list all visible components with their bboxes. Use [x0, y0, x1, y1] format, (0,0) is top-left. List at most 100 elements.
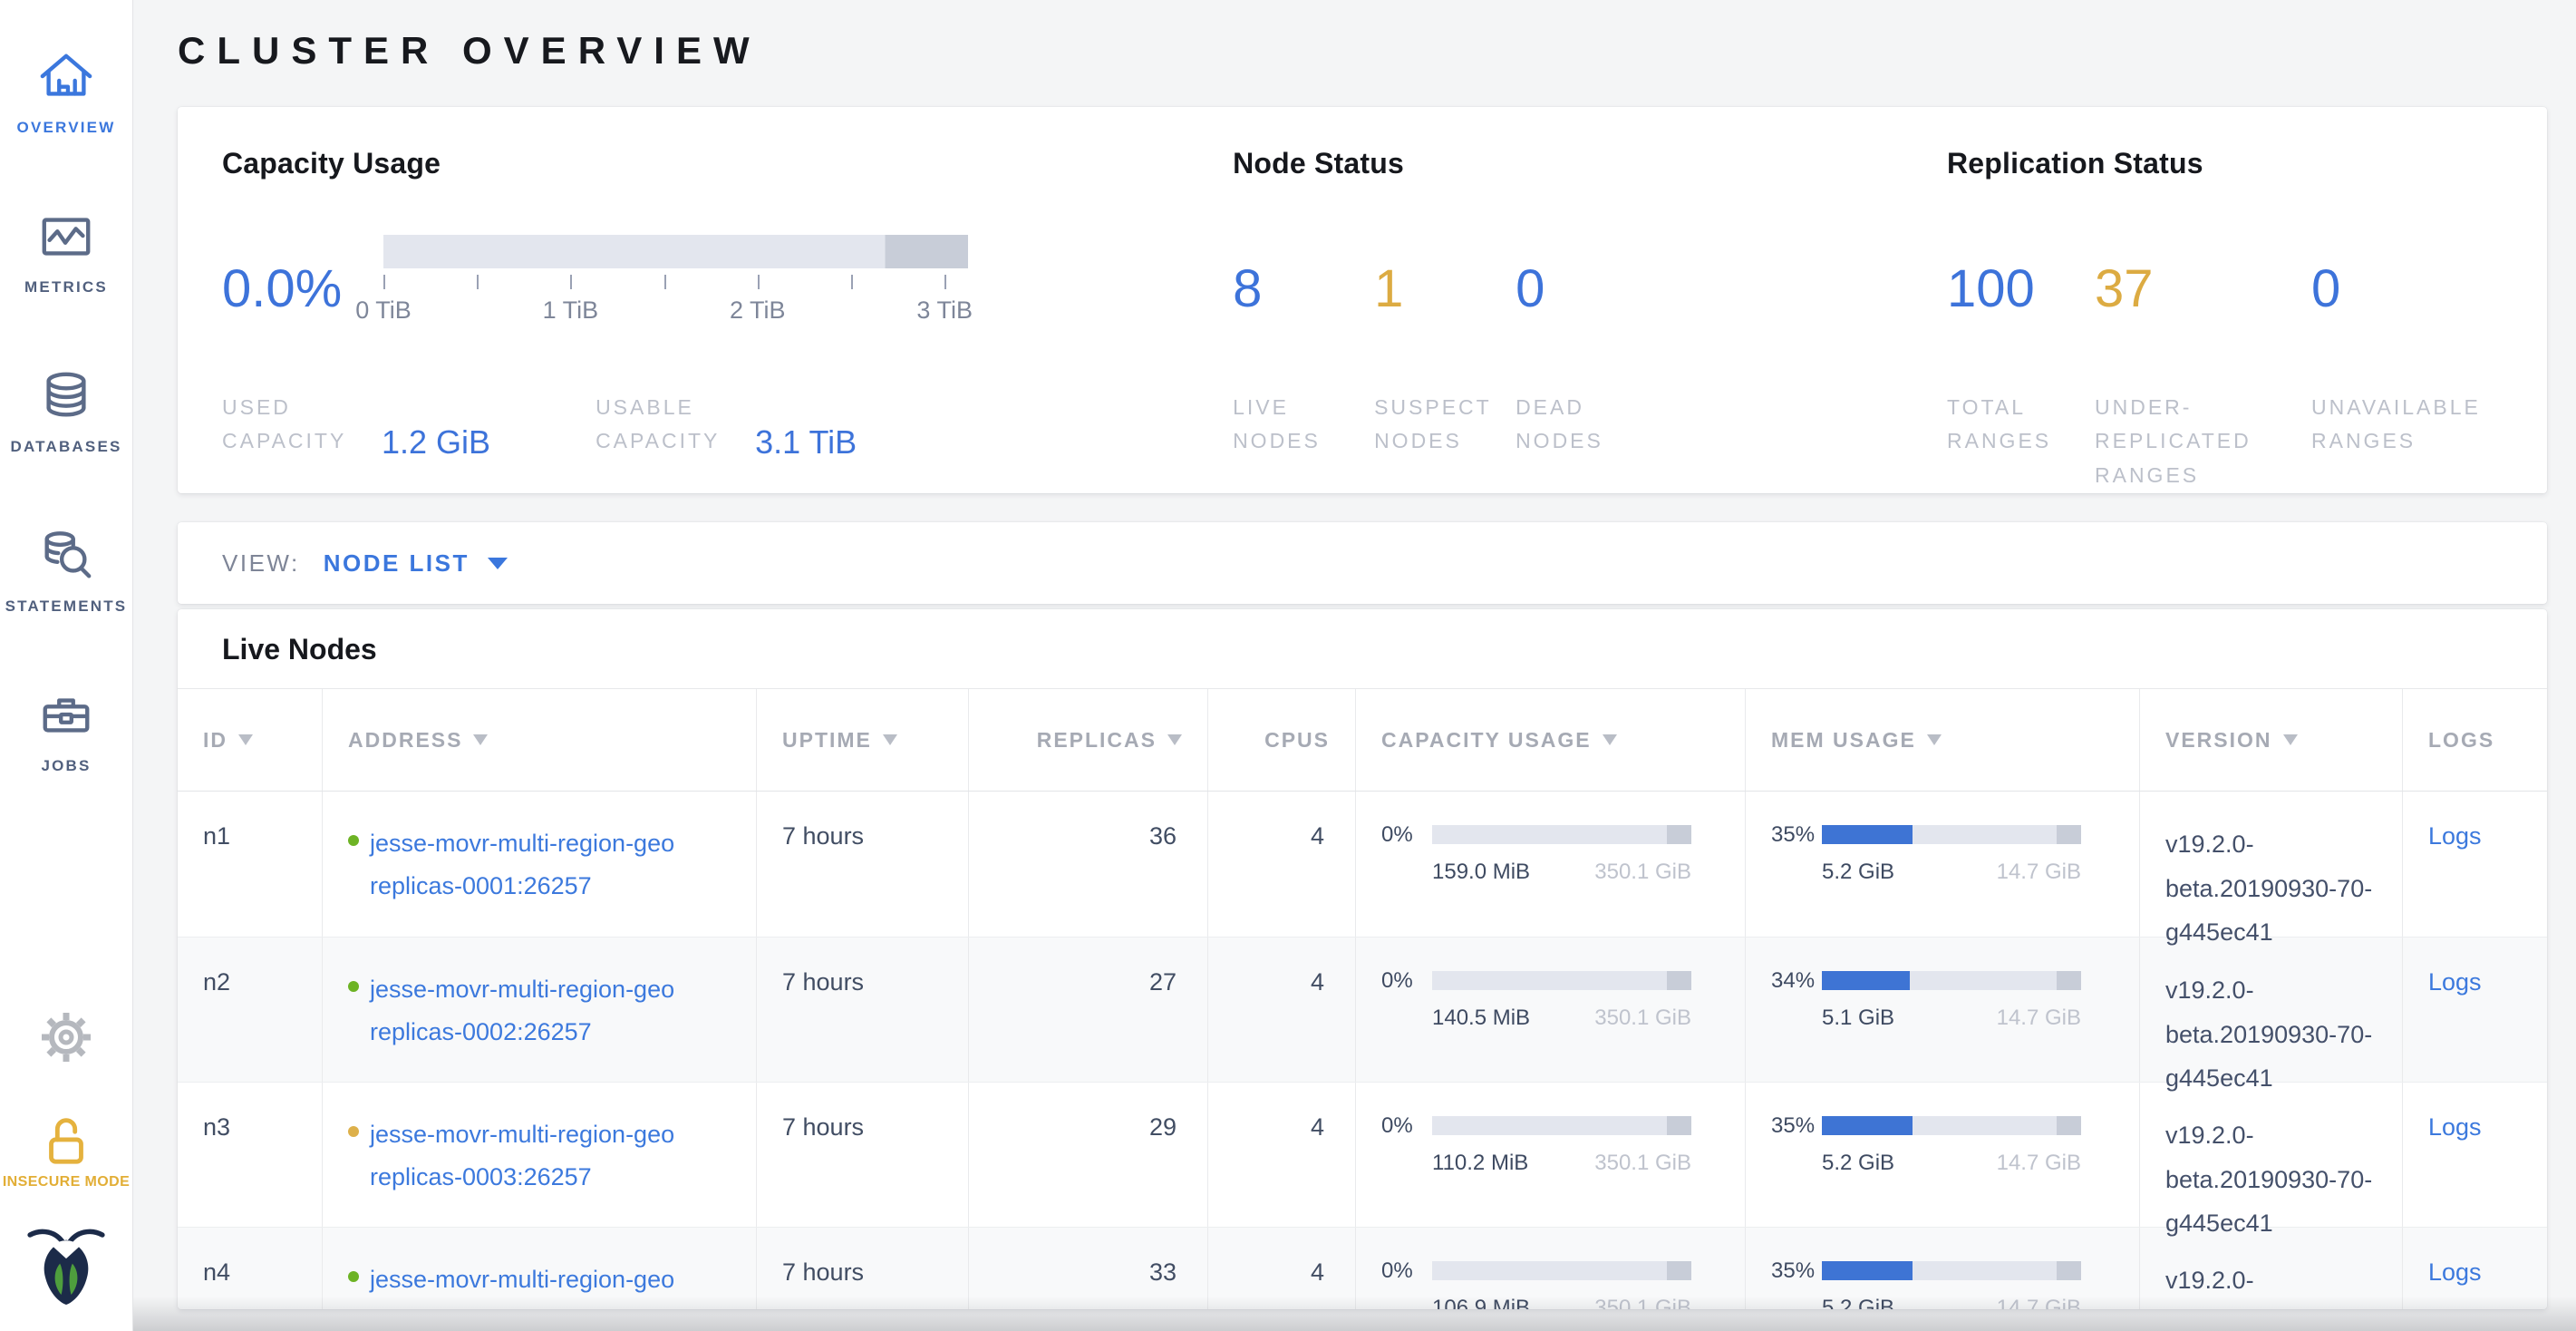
unlock-icon — [38, 1111, 94, 1167]
sidebar-item-overview[interactable]: OVERVIEW — [0, 13, 132, 172]
view-dropdown-value: NODE LIST — [324, 549, 470, 578]
used-capacity-stat: USED CAPACITY 1.2 GiB — [222, 391, 490, 459]
node-mem-usage: 35% 5.2 GiB14.7 GiB — [1745, 1228, 2139, 1309]
live-nodes-count: 8 — [1233, 258, 1374, 319]
capacity-usage-title: Capacity Usage — [222, 147, 1233, 180]
table-header-row: ID ADDRESS UPTIME REPLICAS CPUS CAPACITY… — [178, 688, 2547, 792]
column-header-mem-usage[interactable]: MEM USAGE — [1745, 689, 2139, 791]
node-uptime: 7 hours — [756, 792, 968, 937]
mem-meter — [1822, 1261, 2081, 1280]
usable-capacity-stat: USABLE CAPACITY 3.1 TiB — [596, 391, 857, 459]
statements-icon — [38, 528, 94, 584]
node-uptime: 7 hours — [756, 938, 968, 1082]
logs-link[interactable]: Logs — [2428, 968, 2482, 996]
sidebar-item-jobs[interactable]: JOBS — [0, 651, 132, 811]
capacity-meter — [1432, 971, 1691, 990]
column-header-version[interactable]: VERSION — [2139, 689, 2402, 791]
node-cpus: 4 — [1207, 1228, 1355, 1309]
usable-capacity-label: USABLE CAPACITY — [596, 391, 739, 459]
sidebar-nav: OVERVIEW METRICS DATABASES — [0, 0, 132, 811]
node-replicas: 29 — [968, 1083, 1207, 1227]
mem-meter — [1822, 971, 2081, 990]
node-version: v19.2.0-beta.20190930-70-g445ec41 — [2139, 1083, 2402, 1227]
insecure-mode-indicator[interactable]: INSECURE MODE — [3, 1111, 130, 1190]
settings-button[interactable] — [37, 1008, 95, 1071]
table-row: n4 jesse-movr-multi-region-geo replicas-… — [178, 1227, 2547, 1309]
sort-arrow-icon — [238, 734, 253, 745]
column-header-address[interactable]: ADDRESS — [322, 689, 756, 791]
replication-status-title: Replication Status — [1947, 147, 2511, 180]
capacity-meter — [1432, 825, 1691, 844]
jobs-icon — [38, 687, 94, 743]
unavailable-ranges-count: 0 — [2311, 258, 2511, 319]
sidebar-item-label: JOBS — [41, 757, 91, 775]
metrics-icon — [38, 209, 94, 265]
sort-arrow-icon — [473, 734, 488, 745]
node-id: n3 — [178, 1083, 322, 1227]
node-health-dot — [348, 1271, 359, 1282]
view-dropdown[interactable]: NODE LIST — [324, 549, 508, 578]
capacity-axis-labels: 0 TiB 1 TiB 2 TiB 3 TiB — [383, 296, 968, 327]
node-capacity-usage: 0% 159.0 MiB350.1 GiB — [1355, 792, 1745, 937]
node-address-link[interactable]: jesse-movr-multi-region-geo replicas-000… — [370, 968, 674, 1054]
node-mem-usage: 35% 5.2 GiB14.7 GiB — [1745, 792, 2139, 937]
column-header-capacity-usage[interactable]: CAPACITY USAGE — [1355, 689, 1745, 791]
column-header-uptime[interactable]: UPTIME — [756, 689, 968, 791]
column-header-id[interactable]: ID — [178, 689, 322, 791]
table-row: n1 jesse-movr-multi-region-geo replicas-… — [178, 792, 2547, 937]
capacity-axis-ticks — [383, 275, 968, 291]
logs-link[interactable]: Logs — [2428, 1258, 2482, 1286]
sidebar-item-metrics[interactable]: METRICS — [0, 172, 132, 332]
insecure-mode-label: INSECURE MODE — [3, 1174, 130, 1190]
capacity-usage-section: Capacity Usage 0.0% 0 TiB — [222, 147, 1233, 493]
view-selector-bar: VIEW: NODE LIST — [178, 522, 2547, 604]
sort-arrow-icon — [1927, 734, 1942, 745]
node-cpus: 4 — [1207, 1083, 1355, 1227]
node-version: v19.2.0-beta.20190930-70-g445ec41 — [2139, 1228, 2402, 1309]
column-header-logs: LOGS — [2402, 689, 2547, 791]
suspect-nodes-label: SUSPECT NODES — [1374, 391, 1516, 459]
node-version: v19.2.0-beta.20190930-70-g445ec41 — [2139, 938, 2402, 1082]
cluster-summary-card: Capacity Usage 0.0% 0 TiB — [178, 107, 2547, 493]
gear-icon — [37, 1008, 95, 1066]
node-version: v19.2.0-beta.20190930-70-g445ec41 — [2139, 792, 2402, 937]
node-mem-usage: 34% 5.1 GiB14.7 GiB — [1745, 938, 2139, 1082]
node-cpus: 4 — [1207, 792, 1355, 937]
sidebar-item-statements[interactable]: STATEMENTS — [0, 491, 132, 651]
node-cpus: 4 — [1207, 938, 1355, 1082]
cockroachdb-logo[interactable] — [26, 1221, 106, 1313]
node-id: n1 — [178, 792, 322, 937]
node-capacity-usage: 0% 106.9 MiB350.1 GiB — [1355, 1228, 1745, 1309]
node-id: n2 — [178, 938, 322, 1082]
sidebar-bottom: INSECURE MODE — [0, 1008, 132, 1313]
logs-link[interactable]: Logs — [2428, 822, 2482, 850]
live-nodes-table: ID ADDRESS UPTIME REPLICAS CPUS CAPACITY… — [178, 688, 2547, 1309]
sidebar-item-label: OVERVIEW — [17, 119, 116, 137]
home-icon — [38, 49, 94, 105]
main-content: CLUSTER OVERVIEW Capacity Usage 0.0% — [133, 0, 2576, 1331]
suspect-nodes-count: 1 — [1374, 258, 1516, 319]
mem-meter — [1822, 825, 2081, 844]
usable-capacity-value: 3.1 TiB — [755, 423, 857, 461]
page-title: CLUSTER OVERVIEW — [178, 29, 2547, 73]
dead-nodes-label: DEAD NODES — [1516, 391, 1657, 459]
sidebar-item-label: STATEMENTS — [5, 597, 128, 616]
node-address-link[interactable]: jesse-movr-multi-region-geo replicas-000… — [370, 1258, 674, 1309]
view-label: VIEW: — [222, 549, 300, 578]
logs-link[interactable]: Logs — [2428, 1113, 2482, 1141]
sidebar-item-databases[interactable]: DATABASES — [0, 332, 132, 491]
node-mem-usage: 35% 5.2 GiB14.7 GiB — [1745, 1083, 2139, 1227]
sort-arrow-icon — [1167, 734, 1182, 745]
node-address-link[interactable]: jesse-movr-multi-region-geo replicas-000… — [370, 822, 674, 908]
node-address-link[interactable]: jesse-movr-multi-region-geo replicas-000… — [370, 1113, 674, 1200]
node-health-dot — [348, 1126, 359, 1137]
unavailable-ranges-label: UNAVAILABLE RANGES — [2311, 391, 2488, 459]
capacity-meter — [1432, 1116, 1691, 1135]
live-nodes-card: Live Nodes ID ADDRESS UPTIME REPLICAS CP… — [178, 609, 2547, 1309]
used-capacity-label: USED CAPACITY — [222, 391, 365, 459]
node-uptime: 7 hours — [756, 1083, 968, 1227]
table-row: n2 jesse-movr-multi-region-geo replicas-… — [178, 937, 2547, 1082]
node-health-dot — [348, 835, 359, 846]
column-header-replicas[interactable]: REPLICAS — [968, 689, 1207, 791]
sort-arrow-icon — [2283, 734, 2298, 745]
